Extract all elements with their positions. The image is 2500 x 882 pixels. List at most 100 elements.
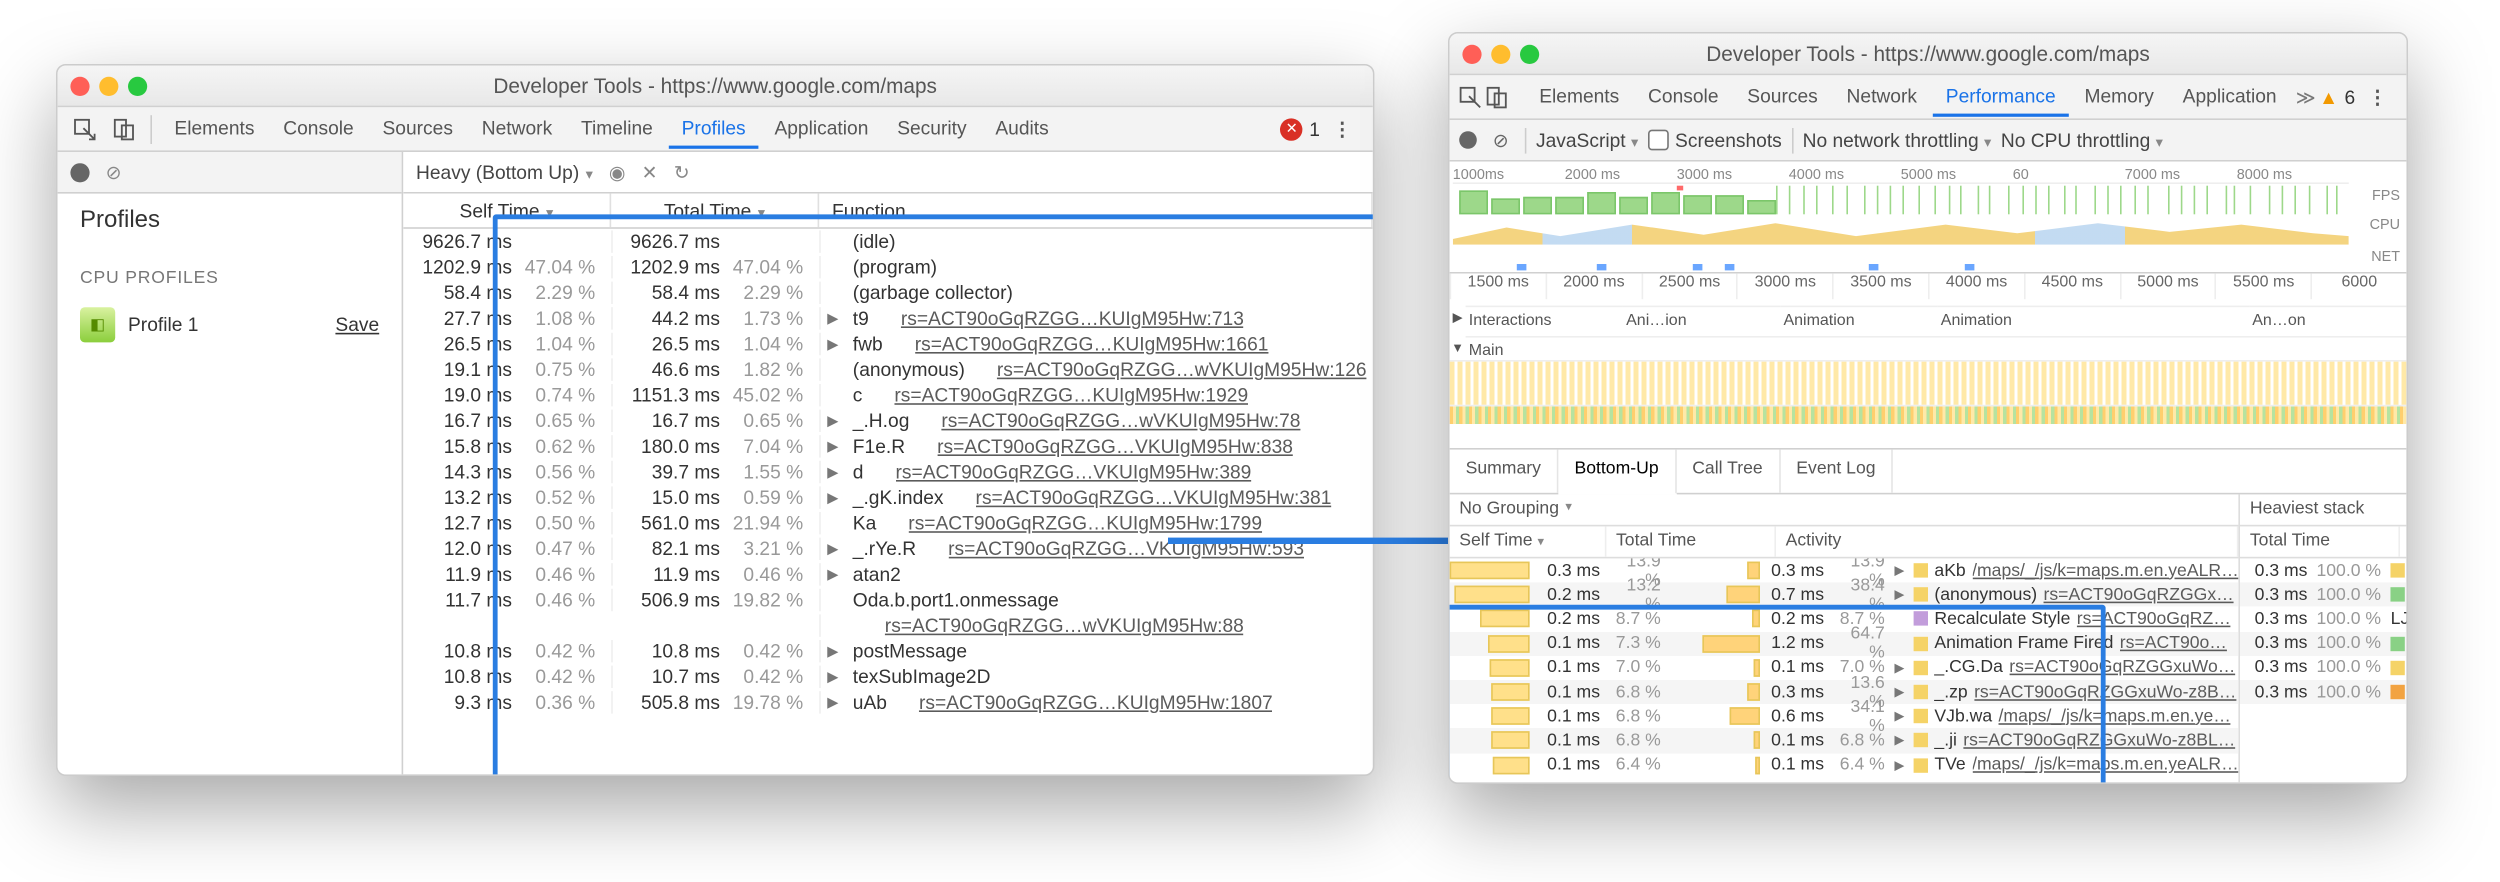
minimize-icon[interactable] — [99, 76, 118, 95]
table-row[interactable]: 0.3 ms100.0 %c /maps… — [2240, 656, 2406, 680]
tab-network[interactable]: Network — [469, 110, 565, 148]
table-row[interactable]: 12.0 ms0.47 %82.1 ms3.21 %▶_.rYe.Rrs=ACT… — [403, 536, 1373, 562]
tab-elements[interactable]: Elements — [1526, 78, 1632, 116]
table-row[interactable]: 0.2 ms13.2 %0.7 ms38.4 %▶(anonymous) rs=… — [1450, 583, 2239, 607]
titlebar[interactable]: Developer Tools - https://www.google.com… — [1450, 34, 2407, 76]
save-link[interactable]: Save — [335, 314, 379, 336]
table-row[interactable]: 11.7 ms0.46 %506.9 ms19.82 %Oda.b.port1.… — [403, 587, 1373, 613]
network-throttle-dropdown[interactable]: No network throttling ▾ — [1803, 129, 1992, 151]
kebab-icon[interactable]: ⋮ — [2358, 86, 2398, 108]
table-row[interactable]: 13.2 ms0.52 %15.0 ms0.59 %▶_.gK.indexrs=… — [403, 485, 1373, 511]
warning-count[interactable]: 6 — [2345, 86, 2356, 108]
error-count[interactable]: 1 — [1309, 118, 1320, 140]
table-row[interactable]: 19.0 ms0.74 %1151.3 ms45.02 %crs=ACT90oG… — [403, 382, 1373, 408]
table-row[interactable]: 0.1 ms6.8 %0.1 ms6.8 %▶_.ji rs=ACT90oGqR… — [1450, 729, 2239, 753]
overview-pane[interactable]: 1000ms2000 ms3000 ms4000 ms5000 ms607000… — [1450, 162, 2407, 274]
inspect-icon[interactable] — [1459, 79, 1481, 114]
record-icon[interactable] — [70, 162, 89, 181]
table-row[interactable]: 27.7 ms1.08 %44.2 ms1.73 %▶t9rs=ACT90oGq… — [403, 306, 1373, 332]
flamechart-pane[interactable]: 1500 ms2000 ms2500 ms3000 ms3500 ms4000 … — [1450, 274, 2407, 450]
table-row[interactable]: 11.9 ms0.46 %11.9 ms0.46 %▶atan2 — [403, 562, 1373, 588]
grouping-dropdown[interactable]: No Grouping — [1459, 499, 1559, 520]
exclude-icon[interactable]: ✕ — [642, 161, 658, 183]
tab-security[interactable]: Security — [884, 110, 979, 148]
clear-icon[interactable]: ⊘ — [1486, 126, 1515, 155]
disclosure-icon[interactable]: ▶ — [1450, 310, 1466, 324]
zoom-icon[interactable] — [128, 76, 147, 95]
titlebar[interactable]: Developer Tools - https://www.google.com… — [58, 66, 1373, 108]
table-row[interactable]: 16.7 ms0.65 %16.7 ms0.65 %▶_.H.ogrs=ACT9… — [403, 408, 1373, 434]
table-row[interactable]: 1202.9 ms47.04 %1202.9 ms47.04 %(program… — [403, 254, 1373, 280]
js-dropdown[interactable]: JavaScript ▾ — [1536, 129, 1638, 151]
tab-memory[interactable]: Memory — [2072, 78, 2167, 116]
tab-summary[interactable]: Summary — [1450, 450, 1559, 493]
tab-sources[interactable]: Sources — [370, 110, 466, 148]
col-activity[interactable]: Activity — [1776, 526, 2239, 556]
tab-elements[interactable]: Elements — [162, 110, 268, 148]
table-row[interactable]: 0.3 ms100.0 %Animation — [2240, 680, 2406, 704]
error-badge-icon[interactable]: ✕ — [1281, 118, 1303, 140]
tab-audits[interactable]: Audits — [983, 110, 1062, 148]
table-row[interactable]: 0.1 ms6.8 %0.6 ms34.1 %▶VJb.wa /maps/_/j… — [1450, 704, 2239, 728]
perf-toolbar: ⊘ JavaScript ▾ Screenshots No network th… — [1450, 120, 2407, 162]
tab-console[interactable]: Console — [270, 110, 366, 148]
tab-application[interactable]: Application — [2170, 78, 2290, 116]
col-total-time[interactable]: Total Time — [611, 194, 819, 228]
focus-icon[interactable]: ◉ — [609, 161, 626, 183]
table-row[interactable]: 0.3 ms100.0 %aKb /ma… — [2240, 558, 2406, 582]
table-row[interactable]: 58.4 ms2.29 %58.4 ms2.29 %(garbage colle… — [403, 280, 1373, 306]
tab-timeline[interactable]: Timeline — [568, 110, 665, 148]
tab-call-tree[interactable]: Call Tree — [1676, 450, 1780, 493]
table-row[interactable]: rs=ACT90oGqRZGG…wVKUIgM95Hw:88 — [403, 613, 1373, 639]
zoom-icon[interactable] — [1520, 44, 1539, 63]
minimize-icon[interactable] — [1491, 44, 1510, 63]
col-activity[interactable]: Activity — [2400, 526, 2406, 556]
table-row[interactable]: 14.3 ms0.56 %39.7 ms1.55 %▶drs=ACT90oGqR… — [403, 459, 1373, 485]
table-row[interactable]: 0.1 ms7.3 %1.2 ms64.7 %Animation Frame F… — [1450, 631, 2239, 655]
cpu-throttle-dropdown[interactable]: No CPU throttling ▾ — [2001, 129, 2163, 151]
profile-row[interactable]: ◧ Profile 1 Save — [58, 298, 402, 352]
table-row[interactable]: 10.8 ms0.42 %10.7 ms0.42 %▶texSubImage2D — [403, 664, 1373, 690]
table-row[interactable]: 9.3 ms0.36 %505.8 ms19.78 %▶uAbrs=ACT90o… — [403, 690, 1373, 716]
tab-bottom-up[interactable]: Bottom-Up — [1559, 450, 1677, 495]
table-row[interactable]: 0.3 ms100.0 %iIL.Ga rs=… — [2240, 631, 2406, 655]
tab-console[interactable]: Console — [1635, 78, 1731, 116]
device-icon[interactable] — [106, 111, 141, 146]
table-row[interactable]: 15.8 ms0.62 %180.0 ms7.04 %▶F1e.Rrs=ACT9… — [403, 434, 1373, 460]
reload-icon[interactable]: ↻ — [674, 161, 690, 183]
clear-icon[interactable]: ⊘ — [106, 161, 122, 183]
view-dropdown[interactable]: Heavy (Bottom Up) — [416, 161, 593, 183]
tab-event-log[interactable]: Event Log — [1780, 450, 1893, 493]
col-self-time[interactable]: Self Time — [403, 194, 611, 228]
table-row[interactable]: 0.3 ms100.0 %LJb.Aa /… — [2240, 607, 2406, 631]
table-row[interactable]: 26.5 ms1.04 %26.5 ms1.04 %▶fwbrs=ACT90oG… — [403, 331, 1373, 357]
window-title: Developer Tools - https://www.google.com… — [58, 74, 1373, 98]
table-row[interactable]: 19.1 ms0.75 %46.6 ms1.82 %(anonymous)rs=… — [403, 357, 1373, 383]
tab-performance[interactable]: Performance — [1933, 78, 2069, 116]
traffic-lights[interactable] — [70, 76, 147, 95]
tab-network[interactable]: Network — [1834, 78, 1930, 116]
inspect-icon[interactable] — [67, 111, 102, 146]
disclosure-icon[interactable]: ▼ — [1450, 340, 1466, 354]
col-total-time[interactable]: Total Time — [1606, 526, 1776, 556]
table-row[interactable]: 12.7 ms0.50 %561.0 ms21.94 %Kars=ACT90oG… — [403, 510, 1373, 536]
table-row[interactable]: 9626.7 ms9626.7 ms(idle) — [403, 229, 1373, 255]
device-icon[interactable] — [1485, 79, 1507, 114]
table-row[interactable]: 0.3 ms100.0 %VJb.wa /… — [2240, 583, 2406, 607]
tab-application[interactable]: Application — [762, 110, 882, 148]
col-total-time[interactable]: Total Time — [2240, 526, 2400, 556]
close-icon[interactable] — [70, 76, 89, 95]
warning-icon[interactable]: ▲ — [2319, 86, 2338, 108]
col-function[interactable]: Function — [819, 194, 1373, 228]
table-row[interactable]: 0.1 ms6.4 %0.1 ms6.4 %▶TVe /maps/_/js/k=… — [1450, 753, 2239, 777]
tab-sources[interactable]: Sources — [1735, 78, 1831, 116]
traffic-lights[interactable] — [1462, 44, 1539, 63]
close-icon[interactable] — [1462, 44, 1481, 63]
table-row[interactable]: 10.8 ms0.42 %10.8 ms0.42 %▶postMessage — [403, 638, 1373, 664]
kebab-icon[interactable]: ⋮ — [1323, 118, 1363, 140]
tab-profiles[interactable]: Profiles — [669, 110, 759, 148]
screenshots-checkbox[interactable]: Screenshots — [1648, 129, 1782, 151]
record-icon[interactable] — [1459, 131, 1477, 149]
col-self-time[interactable]: Self Time ▾ — [1450, 526, 1607, 556]
overflow-icon[interactable]: ≫ — [2296, 86, 2316, 108]
